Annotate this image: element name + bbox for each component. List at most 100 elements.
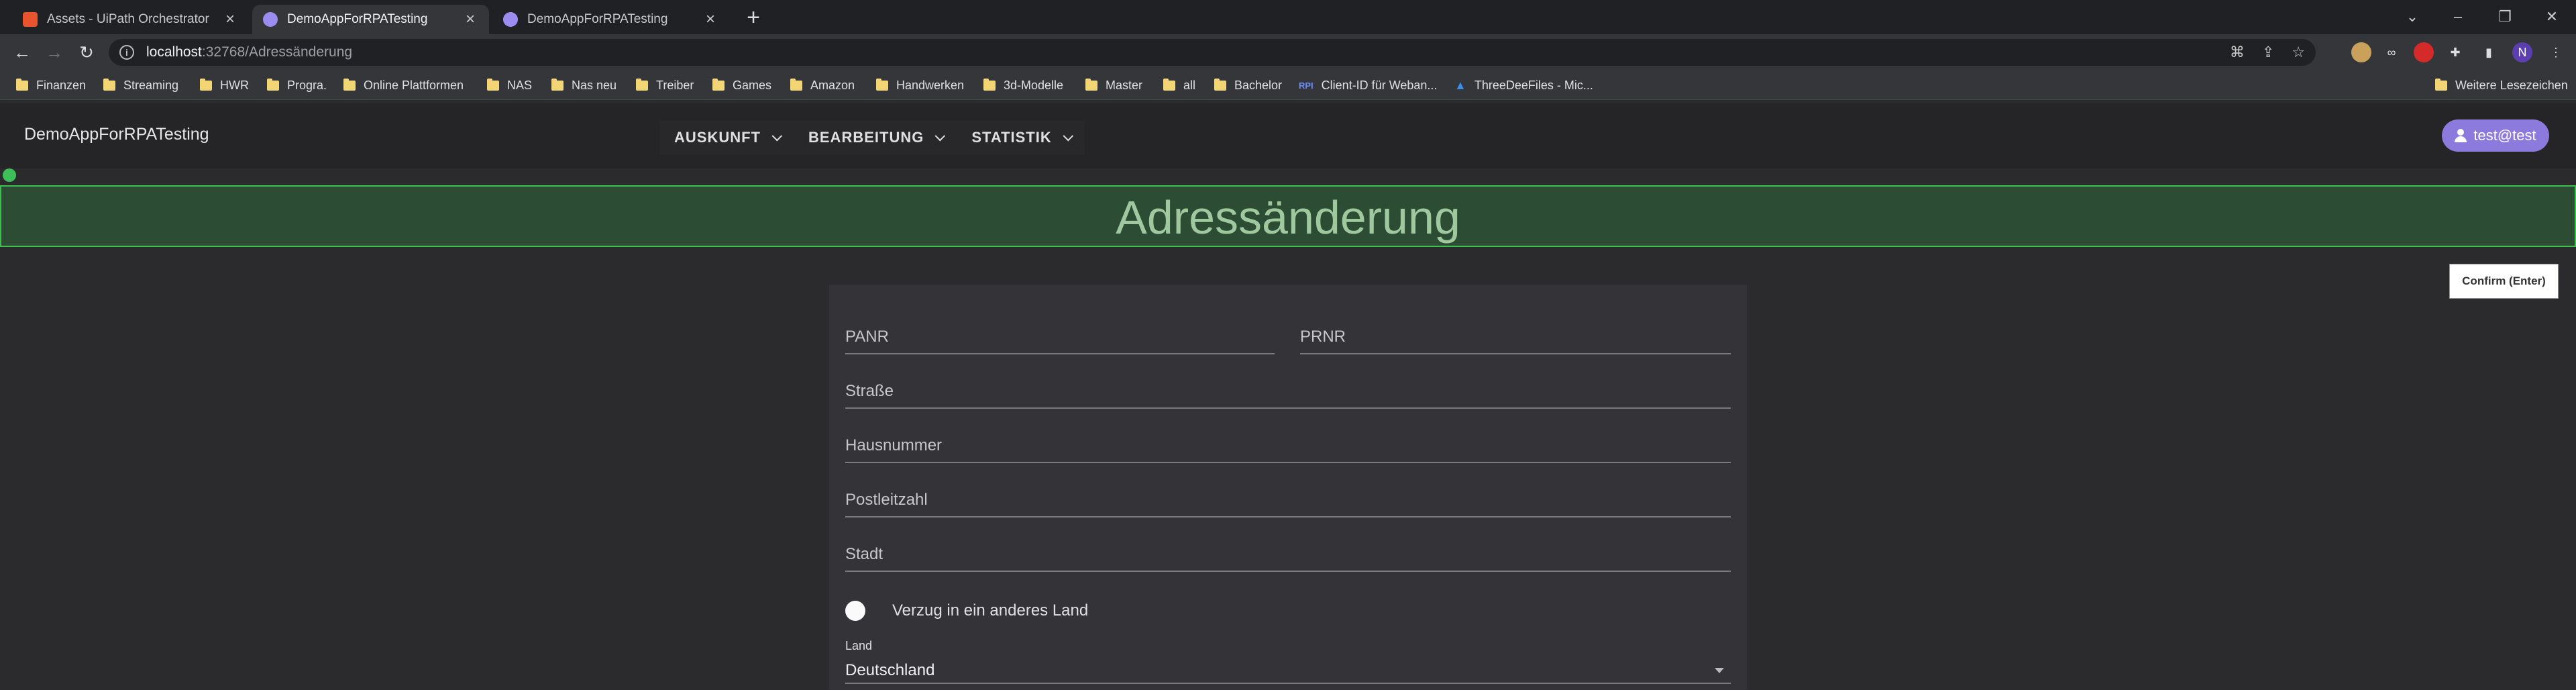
bookmark-folder[interactable]: Master (1085, 77, 1142, 93)
tab-demoapp-active[interactable]: DemoAppForRPATesting × (252, 5, 489, 34)
close-window-icon[interactable]: ✕ (2536, 4, 2568, 30)
confirm-button[interactable]: Confirm (Enter) (2449, 264, 2559, 299)
land-label: Land (845, 639, 873, 652)
land-select[interactable]: Deutschland (845, 656, 1731, 684)
menu-bearbeitung[interactable]: BEARBEITUNG (794, 121, 957, 154)
folder-icon (267, 78, 279, 91)
close-icon[interactable]: × (462, 10, 478, 29)
rpi-icon: RPI (1299, 80, 1313, 91)
strasse-placeholder: Straße (845, 382, 894, 400)
land-value: Deutschland (845, 661, 935, 679)
bookmark-folder[interactable]: Games (712, 77, 771, 93)
folder-icon (790, 78, 802, 91)
puzzle-extensions-icon[interactable]: ✚ (2445, 42, 2465, 62)
adblock-extension-icon[interactable] (2414, 42, 2434, 62)
restore-icon[interactable]: ❐ (2489, 4, 2521, 30)
folder-icon (551, 78, 564, 91)
hausnummer-field[interactable]: Hausnummer (845, 430, 1731, 463)
chevron-down-icon (1063, 130, 1073, 141)
user-label: test@test (2473, 127, 2536, 144)
share-icon[interactable]: ⇪ (2262, 44, 2274, 61)
folder-icon (343, 78, 356, 91)
close-icon[interactable]: × (702, 10, 718, 29)
tab-title: DemoAppForRPATesting (287, 12, 428, 26)
highlight-marker-icon (3, 168, 16, 182)
app-brand[interactable]: DemoAppForRPATesting (24, 125, 209, 144)
folder-icon (983, 78, 996, 91)
app-favicon-icon (503, 12, 518, 27)
bookmark-folder-other[interactable]: Weitere Lesezeichen (2435, 77, 2568, 93)
bookmark-star-icon[interactable]: ☆ (2292, 44, 2305, 61)
bookmark-folder[interactable]: Treiber (636, 77, 694, 93)
folder-icon (103, 78, 115, 91)
bookmark-folder[interactable]: Amazon (790, 77, 855, 93)
bookmark-folder[interactable]: Finanzen (16, 77, 86, 93)
tab-search-icon[interactable]: ⌄ (2396, 4, 2428, 30)
new-tab-button[interactable]: + (741, 5, 765, 30)
translate-icon[interactable]: ⌘ (2230, 44, 2245, 61)
user-menu-button[interactable]: test@test (2442, 119, 2549, 152)
tab-uipath[interactable]: Assets - UiPath Orchestrator × (12, 5, 249, 34)
dropdown-arrow-icon (1715, 668, 1724, 673)
user-icon (2455, 129, 2467, 142)
uipath-icon (23, 12, 38, 27)
postleitzahl-placeholder: Postleitzahl (845, 491, 928, 509)
stadt-placeholder: Stadt (845, 545, 883, 563)
back-icon[interactable]: ← (9, 40, 35, 65)
bookmark-folder[interactable]: HWR (200, 77, 249, 93)
reload-icon[interactable]: ↻ (74, 40, 99, 65)
folder-icon (200, 78, 212, 91)
kebab-menu-icon[interactable]: ⋮ (2546, 42, 2566, 62)
side-panel-icon[interactable]: ▮ (2479, 42, 2499, 62)
panr-field[interactable]: PANR (845, 321, 1275, 354)
bookmark-folder[interactable]: Nas neu (551, 77, 616, 93)
move-abroad-toggle[interactable] (845, 601, 865, 621)
url-host: localhost (146, 44, 202, 60)
folder-icon (487, 78, 499, 91)
strasse-field[interactable]: Straße (845, 375, 1731, 409)
site-info-icon[interactable]: i (119, 45, 134, 60)
chevron-down-icon (771, 130, 783, 141)
folder-icon (2435, 78, 2447, 91)
bookmark-folder[interactable]: Streaming (103, 77, 178, 93)
bookmark-folder[interactable]: Progra. (267, 77, 327, 93)
bookmarks-bar: Finanzen Streaming HWR Progra. Online Pl… (0, 70, 2576, 100)
menu-statistik[interactable]: STATISTIK (957, 121, 1084, 154)
folder-icon (1214, 78, 1226, 91)
postleitzahl-field[interactable]: Postleitzahl (845, 484, 1731, 518)
page-title: Adressänderung (1116, 191, 1460, 244)
glasses-extension-icon[interactable]: ∞ (2381, 42, 2402, 62)
bookmark-link[interactable]: RPI Client-ID für Weban... (1299, 77, 1437, 93)
address-form: PANR PRNR Straße Hausnummer Postleitzahl… (829, 285, 1747, 690)
bookmark-folder[interactable]: Online Plattformen (343, 77, 464, 93)
prnr-field[interactable]: PRNR (1300, 321, 1731, 354)
stadt-field[interactable]: Stadt (845, 538, 1731, 572)
browser-toolbar: ← → ↻ i localhost:32768/Adressänderung ⌘… (0, 34, 2576, 70)
bookmark-folder[interactable]: Bachelor (1214, 77, 1282, 93)
close-icon[interactable]: × (222, 10, 238, 29)
folder-icon (636, 78, 648, 91)
menu-auskunft[interactable]: AUSKUNFT (659, 121, 794, 154)
extension-icon[interactable] (2351, 42, 2371, 62)
minimize-icon[interactable]: – (2442, 4, 2474, 30)
browser-tab-bar: Assets - UiPath Orchestrator × DemoAppFo… (0, 0, 2576, 34)
tab-title: DemoAppForRPATesting (527, 12, 668, 26)
url-path: :32768/Adressänderung (201, 44, 353, 60)
main-menu: AUSKUNFT BEARBEITUNG STATISTIK (659, 121, 1085, 154)
azure-icon: ▲ (1454, 78, 1466, 92)
folder-icon (1163, 78, 1175, 91)
folder-icon (712, 78, 724, 91)
tab-title: Assets - UiPath Orchestrator (47, 12, 209, 26)
bookmark-link[interactable]: ▲ ThreeDeeFiles - Mic... (1454, 77, 1593, 93)
profile-avatar[interactable]: N (2512, 42, 2532, 62)
bookmark-folder[interactable]: all (1163, 77, 1195, 93)
tab-demoapp[interactable]: DemoAppForRPATesting × (492, 5, 729, 34)
bookmark-folder[interactable]: NAS (487, 77, 532, 93)
forward-icon[interactable]: → (42, 40, 67, 65)
bookmark-folder[interactable]: 3d-Modelle (983, 77, 1063, 93)
page-title-banner: Adressänderung (0, 185, 2576, 247)
bookmark-folder[interactable]: Handwerken (876, 77, 964, 93)
address-bar[interactable]: i localhost:32768/Adressänderung ⌘ ⇪ ☆ (109, 39, 2316, 66)
chevron-down-icon (934, 130, 946, 141)
folder-icon (876, 78, 888, 91)
